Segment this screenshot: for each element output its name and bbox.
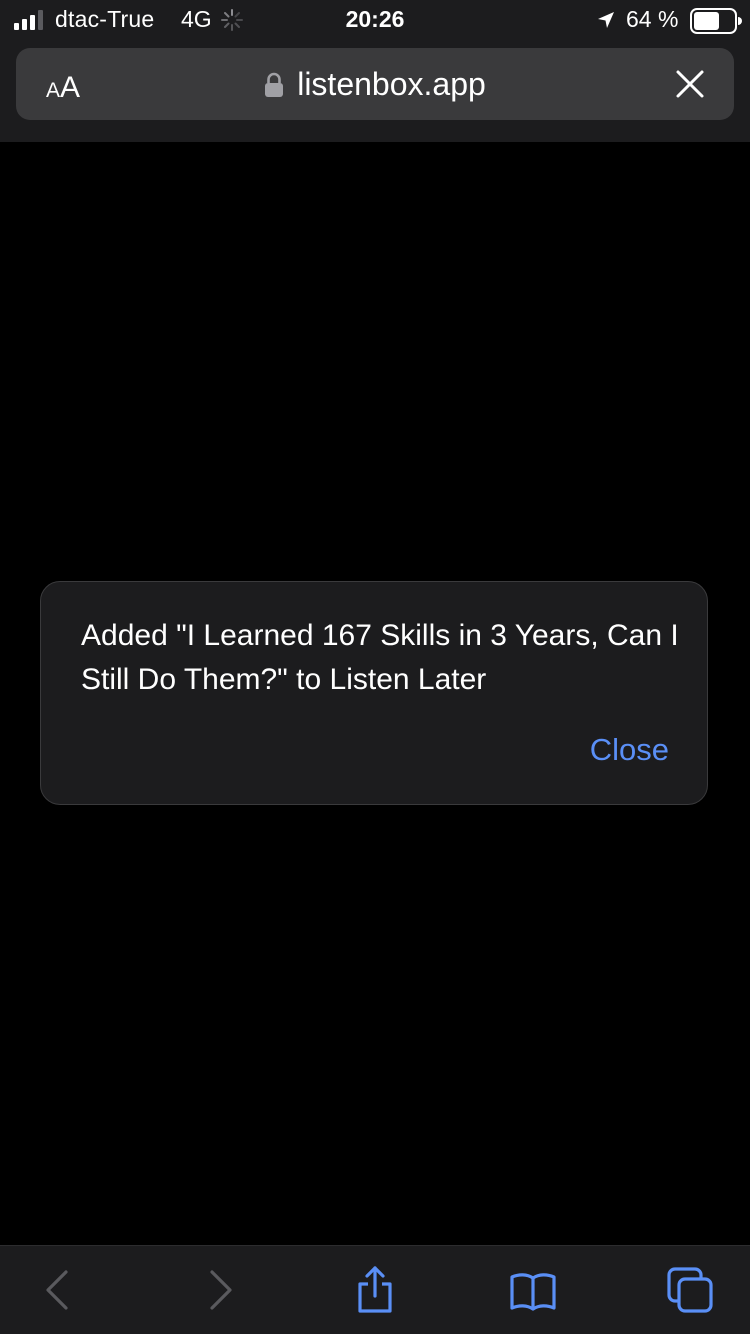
url-text: listenbox.app — [297, 65, 486, 102]
share-icon[interactable] — [351, 1266, 399, 1314]
battery-icon — [690, 8, 742, 34]
lock-icon — [265, 72, 284, 97]
location-arrow-icon — [598, 12, 614, 28]
browser-toolbar — [0, 1245, 750, 1334]
battery-percentage: 64 % — [626, 6, 679, 32]
browser-top-chrome: dtac-True 4G 20:26 64 % A A listenbox.ap… — [0, 0, 750, 142]
alert-dialog: Added "I Learned 167 Skills in 3 Years, … — [40, 581, 708, 805]
tabs-icon[interactable] — [666, 1266, 714, 1314]
dialog-close-button[interactable]: Close — [590, 732, 669, 768]
dialog-message: Added "I Learned 167 Skills in 3 Years, … — [81, 619, 679, 696]
address-bar[interactable]: A A listenbox.app — [16, 48, 734, 120]
close-icon[interactable] — [674, 68, 706, 100]
forward-icon[interactable] — [196, 1266, 244, 1314]
status-bar: dtac-True 4G 20:26 64 % — [0, 0, 750, 40]
bookmarks-icon[interactable] — [509, 1266, 557, 1314]
url-field[interactable]: listenbox.app — [16, 48, 734, 120]
back-icon[interactable] — [34, 1266, 82, 1314]
